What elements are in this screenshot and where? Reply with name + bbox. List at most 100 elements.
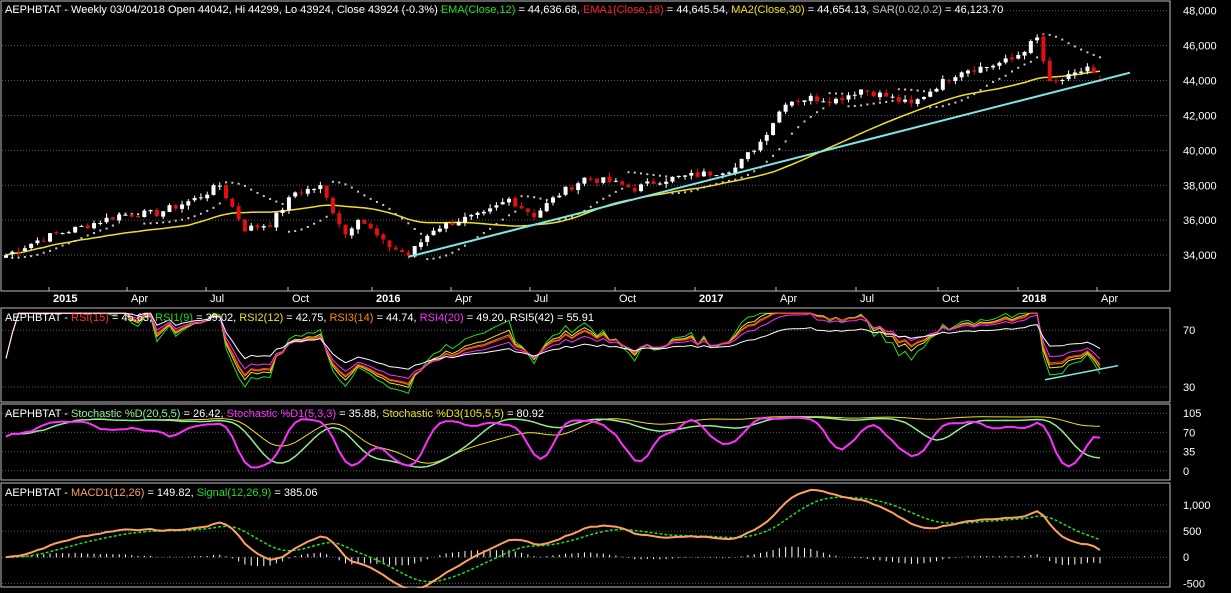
sar-dot <box>369 197 372 200</box>
candle-body <box>909 99 914 104</box>
sar-dot <box>61 244 64 247</box>
candle-body <box>198 197 203 199</box>
signal-legend: Signal(12,26,9) <box>197 487 272 499</box>
candle-body <box>450 223 455 226</box>
sar-dot <box>451 251 454 254</box>
axis-labels: 34,000 36,000 38,000 40,000 42,000 44,000 46,0… <box>48 6 1217 590</box>
sar-dot <box>501 218 504 221</box>
sar-dot <box>602 197 605 200</box>
y-tick-label: 35 <box>1183 447 1195 459</box>
sar-dot <box>67 242 70 245</box>
sar-dot <box>306 226 309 229</box>
candle-body <box>620 181 625 185</box>
stock-chart[interactable]: 34,000 36,000 38,000 40,000 42,000 44,000 46,0… <box>0 0 1231 591</box>
candle-body <box>1009 57 1014 60</box>
sar-dot <box>438 256 441 259</box>
candle-body <box>532 212 537 218</box>
sar-dot <box>375 201 378 204</box>
rsi-header: AEPHBTAT - RSI(15) = 45.63, RSI1(9) = 39… <box>5 312 594 324</box>
y-tick-label: -500 <box>1183 578 1205 588</box>
sar-dot <box>633 171 636 174</box>
candle-body <box>727 172 732 174</box>
candle-body <box>4 255 8 258</box>
candle-body <box>1053 80 1058 82</box>
candle-body <box>98 222 103 224</box>
sar-dot <box>941 105 944 108</box>
candle-body <box>431 230 436 236</box>
sar-dot <box>816 111 819 114</box>
sar-dot <box>80 237 83 240</box>
sar-dot <box>734 178 737 181</box>
candle-body <box>1066 74 1071 80</box>
price-panel[interactable] <box>0 0 1171 292</box>
candle-body <box>186 201 191 206</box>
candle-body <box>859 89 864 95</box>
y-tick-label: 105 <box>1183 408 1201 420</box>
candle-body <box>1091 67 1096 73</box>
sar-dot <box>495 222 498 225</box>
sar-dot <box>652 173 655 176</box>
candle-body <box>48 233 53 242</box>
sar-dot <box>457 248 460 251</box>
sar-dot <box>834 92 837 95</box>
candle-body <box>73 226 78 233</box>
sar-dot <box>155 221 158 224</box>
sar-dot <box>878 101 881 104</box>
sar-dot <box>778 148 781 151</box>
x-tick-label: 2015 <box>53 293 77 305</box>
sar-dot <box>684 191 687 194</box>
sar-dot <box>212 206 215 209</box>
sar-dot <box>922 90 925 93</box>
stochastic-header: AEPHBTAT - Stochastic %D(20,5,5) = 26.42… <box>5 408 544 420</box>
sar-dot <box>275 200 278 203</box>
x-tick-label: Apr <box>455 293 472 305</box>
candle-body <box>400 250 405 253</box>
sar-dot <box>709 184 712 187</box>
sar-dot <box>237 182 240 185</box>
candle-body <box>771 123 776 135</box>
x-tick-label: 2017 <box>699 293 723 305</box>
candle-body <box>777 111 782 123</box>
candle-body <box>544 203 549 212</box>
candle-body <box>10 251 15 255</box>
x-tick-label: Oct <box>292 293 309 305</box>
rsi4-legend: RSI4(20) <box>420 312 464 324</box>
x-tick-label: Apr <box>1101 293 1118 305</box>
candle-body <box>54 232 59 234</box>
candle-body <box>469 214 474 217</box>
candle-body <box>437 228 442 232</box>
sar-dot <box>715 182 718 185</box>
sar-dot <box>1017 66 1020 69</box>
candle-body <box>739 158 744 169</box>
candle-body <box>890 96 895 98</box>
sar-dot <box>382 203 385 206</box>
candle-body <box>142 210 147 218</box>
candle-body <box>513 197 518 207</box>
y-tick-label: 1,000 <box>1183 500 1211 512</box>
sar-dot <box>916 89 919 92</box>
candle-body <box>324 185 329 198</box>
x-tick-label: Apr <box>780 293 797 305</box>
sar-dot <box>1036 56 1039 59</box>
stoch-d3-legend: Stochastic %D3(105,5,5) <box>382 408 504 420</box>
stoch-d1-line <box>5 416 1101 469</box>
candle-body <box>519 206 524 209</box>
rsi2-legend: RSI2(12) <box>239 312 283 324</box>
candle-body <box>921 97 926 99</box>
sar-dot <box>86 234 89 237</box>
candle-body <box>947 80 952 82</box>
x-tick-label: Jul <box>210 293 224 305</box>
candle-body <box>915 99 920 104</box>
sar-dot <box>401 217 404 220</box>
sar-dot <box>143 222 146 225</box>
candle-body <box>683 175 688 177</box>
sar-dot <box>948 103 951 106</box>
sar-dot <box>463 244 466 247</box>
sar-dot <box>350 186 353 189</box>
candle-body <box>211 185 216 195</box>
sar-dot <box>627 171 630 174</box>
sar-dot <box>966 96 969 99</box>
candle-body <box>268 225 273 227</box>
candle-body <box>230 198 235 207</box>
candle-body <box>41 240 46 242</box>
